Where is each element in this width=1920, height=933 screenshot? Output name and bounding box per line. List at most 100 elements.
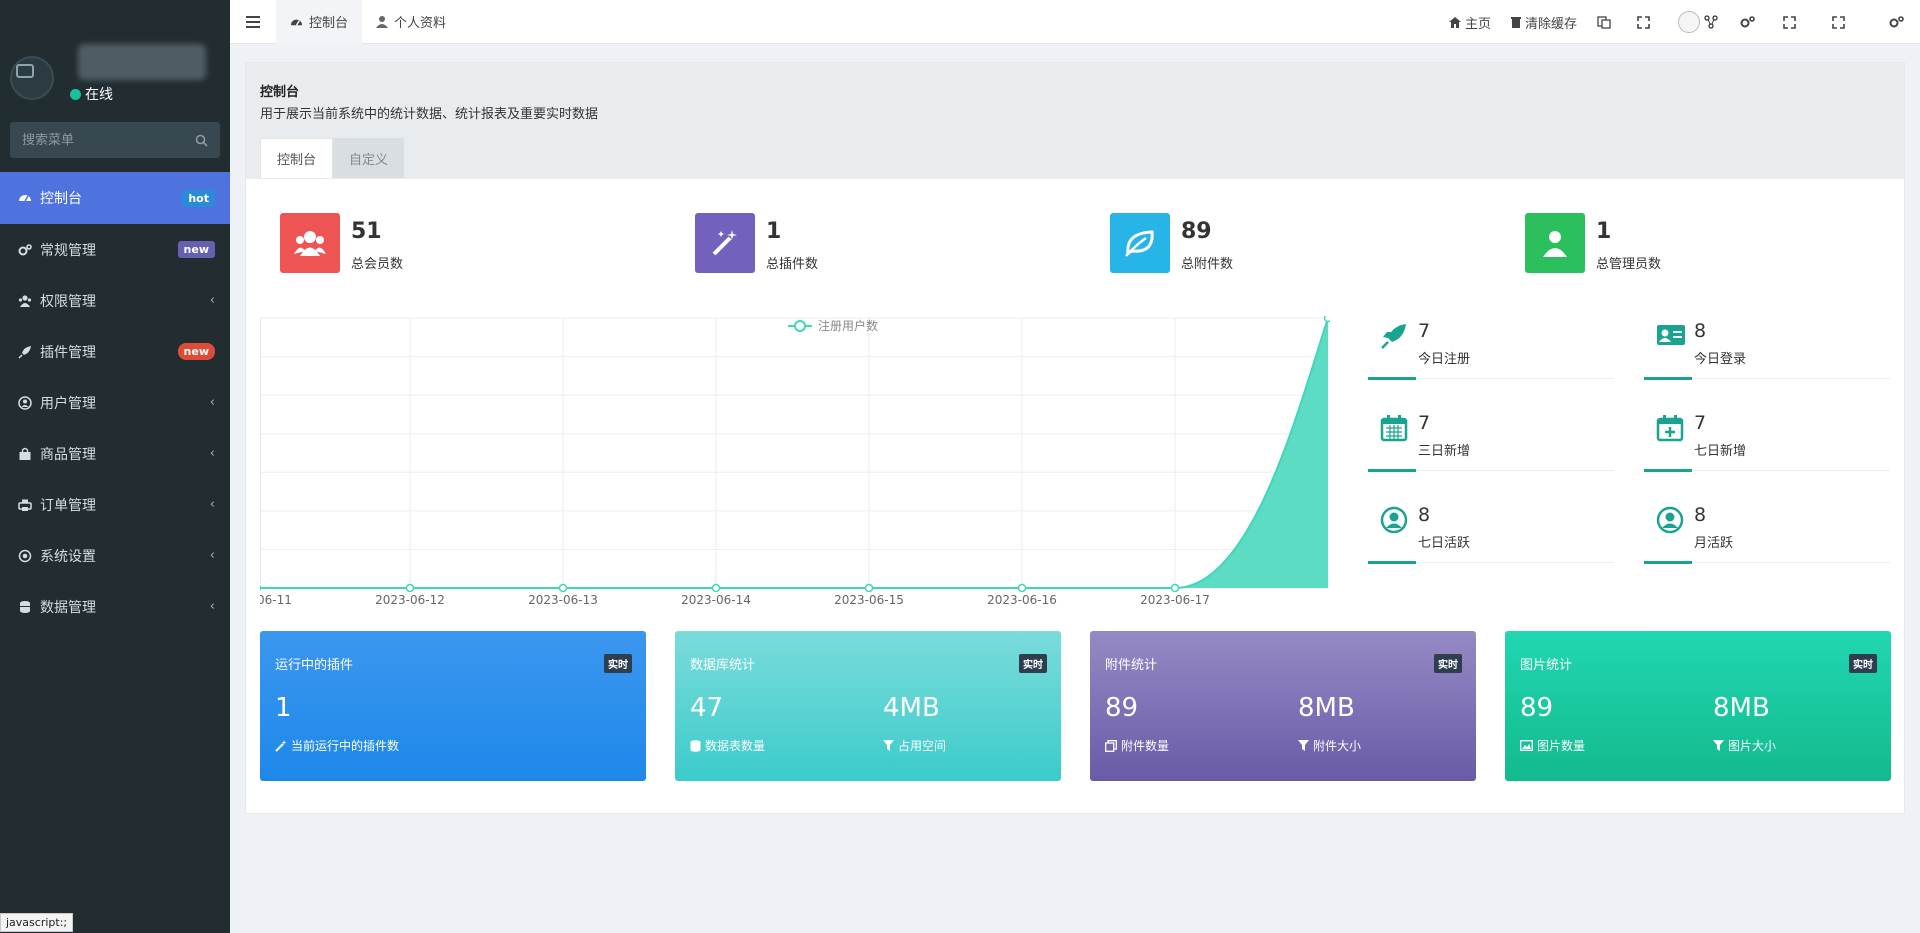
chevron-left-icon: ‹ xyxy=(209,293,215,308)
language-button[interactable] xyxy=(1587,0,1621,44)
clear-cache-button[interactable]: 清除缓存 xyxy=(1501,0,1587,44)
mini-stat-label: 今日注册 xyxy=(1418,352,1471,367)
search-input[interactable] xyxy=(22,132,182,148)
fullscreen-button-3[interactable] xyxy=(1814,0,1863,44)
x-tick-label: 2023-06-13 xyxy=(528,593,598,607)
mini-stat-monthly-active: 8 月活跃 xyxy=(1644,500,1890,580)
online-dot-icon xyxy=(70,88,81,100)
control-sidebar-button[interactable] xyxy=(1863,0,1920,44)
hamburger-icon xyxy=(246,15,260,28)
card-sub-2: 附件大小 xyxy=(1298,737,1361,754)
search-icon[interactable] xyxy=(195,134,208,147)
online-status: 在线 xyxy=(70,84,113,104)
mini-stat-seven-day-active: 8 七日活跃 xyxy=(1368,500,1614,580)
stat-label: 总插件数 xyxy=(766,257,819,272)
stat-members: 51 总会员数 xyxy=(280,213,580,277)
avatar[interactable] xyxy=(10,56,54,100)
sidebar-item-label: 用户管理 xyxy=(40,395,96,412)
expand-icon xyxy=(1832,15,1845,29)
card-value-2: 8MB xyxy=(1713,693,1770,723)
card-sub-label: 附件数量 xyxy=(1121,739,1170,753)
settings-button[interactable] xyxy=(1730,0,1765,44)
mini-stat-value: 8 xyxy=(1694,320,1707,342)
dot-circle-icon xyxy=(18,549,32,563)
card-sub-label: 图片数量 xyxy=(1537,739,1586,753)
user-icon xyxy=(1542,229,1568,257)
sidebar-item-data[interactable]: 数据管理 ‹ xyxy=(0,581,230,632)
trash-icon xyxy=(1510,16,1521,28)
mini-stat-label: 今日登录 xyxy=(1694,352,1747,367)
top-navbar: 控制台 个人资料 主页 清除缓存 xyxy=(230,0,1920,44)
sidebar-item-plugins[interactable]: 插件管理 new xyxy=(0,326,230,377)
sidebar-item-label: 订单管理 xyxy=(40,497,96,514)
fullscreen-button[interactable] xyxy=(1621,0,1666,44)
mini-stat-underline xyxy=(1368,377,1614,380)
realtime-tag: 实时 xyxy=(1434,654,1462,673)
new-badge: new xyxy=(177,343,215,360)
card-title: 运行中的插件 xyxy=(275,658,354,673)
menu-toggle-button[interactable] xyxy=(230,0,276,44)
leaf-icon xyxy=(1124,229,1156,257)
stat-icon-box xyxy=(695,213,755,273)
mini-stat-today-register: 7 今日注册 xyxy=(1368,316,1614,396)
sitemap-icon xyxy=(1704,15,1718,29)
tab-dashboard[interactable]: 控制台 xyxy=(276,0,363,44)
home-link[interactable]: 主页 xyxy=(1439,0,1501,44)
fullscreen-button-2[interactable] xyxy=(1765,0,1814,44)
tab-dashboard-panel[interactable]: 控制台 xyxy=(260,138,334,178)
rocket-icon xyxy=(18,345,32,359)
sidebar-menu: 控制台 hot 常规管理 new 权限管理 ‹ 插件管理 new 用户管理 ‹ … xyxy=(0,172,230,632)
hot-badge: hot xyxy=(182,189,215,207)
top-right-toolbar: 主页 清除缓存 xyxy=(1439,0,1920,44)
registration-chart: 06-11 2023-06-12 2023-06-13 2023-06-14 2023-… xyxy=(260,316,1330,607)
sidebar-item-permissions[interactable]: 权限管理 ‹ xyxy=(0,275,230,326)
page-title: 控制台 xyxy=(260,85,300,100)
card-sub-2: 占用空间 xyxy=(883,737,946,754)
dashboard-icon xyxy=(18,191,32,205)
sidebar-item-general[interactable]: 常规管理 new xyxy=(0,224,230,275)
data-point xyxy=(864,583,874,593)
database-icon xyxy=(18,600,32,614)
x-tick-label: 2023-06-16 xyxy=(987,593,1057,607)
card-sub-label: 占用空间 xyxy=(898,739,947,753)
sidebar-item-users[interactable]: 用户管理 ‹ xyxy=(0,377,230,428)
user-menu[interactable] xyxy=(1666,0,1730,44)
legend-label: 注册用户数 xyxy=(818,318,878,333)
card-value: 1 xyxy=(275,693,292,723)
expand-icon xyxy=(1637,15,1650,29)
card-running-plugins: 运行中的插件 实时 1 当前运行中的插件数 xyxy=(260,631,646,781)
mini-stat-seven-day: 7 七日新增 xyxy=(1644,408,1890,488)
card-images: 图片统计 实时 89 8MB 图片数量 图片大小 xyxy=(1505,631,1891,781)
sidebar-item-dashboard[interactable]: 控制台 hot xyxy=(0,172,230,224)
mini-stat-today-login: 8 今日登录 xyxy=(1644,316,1890,396)
mini-stat-underline xyxy=(1368,469,1614,472)
expand-icon xyxy=(1783,15,1796,29)
cogs-icon xyxy=(1889,15,1904,29)
card-sub: 附件数量 xyxy=(1105,737,1169,754)
sidebar-item-settings[interactable]: 系统设置 ‹ xyxy=(0,530,230,581)
sidebar-item-orders[interactable]: 订单管理 ‹ xyxy=(0,479,230,530)
data-point xyxy=(558,583,568,593)
username-redacted xyxy=(78,44,206,80)
home-icon xyxy=(1448,16,1461,28)
x-tick-label: 2023-06-17 xyxy=(1140,593,1210,607)
card-value: 47 xyxy=(690,693,724,723)
mini-stat-label: 七日新增 xyxy=(1694,444,1747,459)
sidebar-item-products[interactable]: 商品管理 ‹ xyxy=(0,428,230,479)
card-value: 89 xyxy=(1520,693,1554,723)
stat-admins: 1 总管理员数 xyxy=(1525,213,1825,277)
series-line xyxy=(260,317,1329,589)
card-sub-label: 图片大小 xyxy=(1728,739,1777,753)
page-description: 用于展示当前系统中的统计数据、统计报表及重要实时数据 xyxy=(260,107,599,122)
tab-custom[interactable]: 自定义 xyxy=(333,138,405,178)
tab-label: 个人资料 xyxy=(394,16,447,31)
mini-stat-label: 三日新增 xyxy=(1418,444,1471,459)
cogs-icon xyxy=(1740,15,1755,29)
realtime-tag: 实时 xyxy=(604,654,632,673)
mini-stat-underline xyxy=(1644,377,1890,380)
mini-stat-value: 7 xyxy=(1418,412,1431,434)
tab-profile[interactable]: 个人资料 xyxy=(362,0,460,44)
panel-heading: 控制台 用于展示当前系统中的统计数据、统计报表及重要实时数据 控制台 自定义 xyxy=(246,63,1904,179)
home-label: 主页 xyxy=(1464,16,1491,32)
filter-icon xyxy=(883,740,894,751)
